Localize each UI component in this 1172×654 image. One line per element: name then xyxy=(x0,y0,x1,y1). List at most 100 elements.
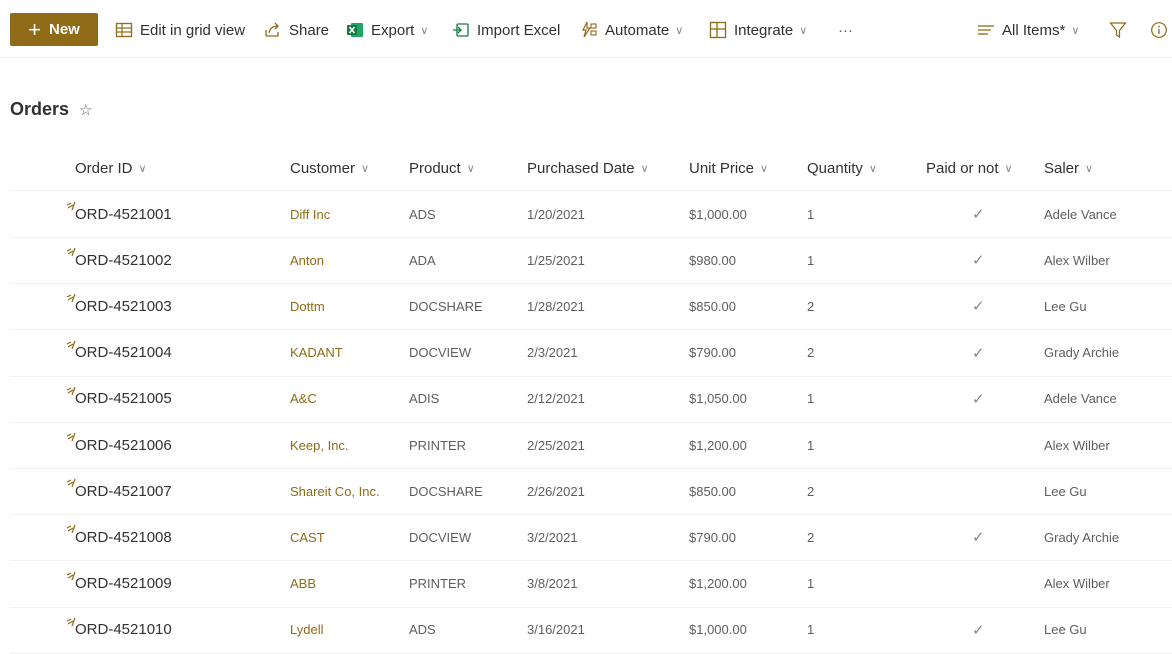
order-id-cell[interactable]: ORD-4521009 xyxy=(75,561,172,607)
saler-cell: Alex Wilber xyxy=(1044,252,1110,268)
column-header-customer[interactable]: Customer ∨ xyxy=(290,157,369,179)
export-button[interactable]: Export ∨ xyxy=(346,18,428,42)
import-excel-label: Import Excel xyxy=(477,21,561,39)
table-row[interactable]: ORD-4521010 Lydell ADS 3/16/2021 $1,000.… xyxy=(10,607,1172,654)
saler-cell: Grady Archie xyxy=(1044,529,1120,545)
purchased-date-cell: 1/25/2021 xyxy=(527,252,585,268)
product-cell: ADS xyxy=(409,206,436,222)
import-icon xyxy=(453,23,469,37)
unit-price-cell: $1,200.00 xyxy=(689,576,747,592)
column-header-paid-or-not[interactable]: Paid or not ∨ xyxy=(926,157,1013,179)
info-button[interactable] xyxy=(1150,18,1168,42)
more-icon: ··· xyxy=(838,21,853,39)
purchased-date-cell: 3/16/2021 xyxy=(527,622,585,638)
paid-checkmark-icon: ✓ xyxy=(972,390,985,408)
purchased-date-cell: 1/20/2021 xyxy=(527,206,585,222)
purchased-date-cell: 2/25/2021 xyxy=(527,437,585,453)
column-header-purchased-date[interactable]: Purchased Date ∨ xyxy=(527,157,649,179)
column-header-quantity[interactable]: Quantity ∨ xyxy=(807,157,877,179)
table-row[interactable]: ORD-4521003 Dottm DOCSHARE 1/28/2021 $85… xyxy=(10,283,1172,331)
customer-cell[interactable]: Dottm xyxy=(290,283,325,329)
view-label: All Items* xyxy=(1002,21,1066,39)
paid-checkmark-icon: ✓ xyxy=(972,621,985,639)
paid-checkmark-icon: ✓ xyxy=(972,252,985,270)
view-list-icon xyxy=(978,25,994,35)
table-row[interactable]: ORD-4521008 CAST DOCVIEW 3/2/2021 $790.0… xyxy=(10,514,1172,562)
table-row[interactable]: ORD-4521001 Diff Inc ADS 1/20/2021 $1,00… xyxy=(10,191,1172,238)
filter-button[interactable] xyxy=(1109,18,1127,42)
unit-price-cell: $850.00 xyxy=(689,483,736,499)
new-button[interactable]: + New xyxy=(10,13,98,46)
chevron-down-icon: ∨ xyxy=(1004,162,1013,175)
chevron-down-icon: ∨ xyxy=(138,162,147,175)
customer-cell[interactable]: Anton xyxy=(290,237,324,283)
customer-cell[interactable]: A&C xyxy=(290,376,317,422)
import-excel-button[interactable]: Import Excel xyxy=(452,18,560,42)
quantity-cell: 1 xyxy=(807,576,815,592)
command-bar-divider xyxy=(0,57,1172,58)
table-row[interactable]: ORD-4521009 ABB PRINTER 3/8/2021 $1,200.… xyxy=(10,561,1172,608)
share-icon xyxy=(265,22,279,37)
table-row[interactable]: ORD-4521002 Anton ADA 1/25/2021 $980.00 … xyxy=(10,237,1172,285)
customer-cell[interactable]: CAST xyxy=(290,514,325,560)
new-button-label: New xyxy=(49,21,80,38)
column-header-label: Order ID xyxy=(75,159,133,177)
table-row[interactable]: ORD-4521005 A&C ADIS 2/12/2021 $1,050.00… xyxy=(10,376,1172,423)
column-header-order-id[interactable]: Order ID ∨ xyxy=(75,157,147,179)
saler-cell: Alex Wilber xyxy=(1044,437,1110,453)
customer-cell[interactable]: Keep, Inc. xyxy=(290,422,349,468)
order-id-cell[interactable]: ORD-4521010 xyxy=(75,607,172,653)
customer-cell[interactable]: ABB xyxy=(290,561,316,607)
column-header-unit-price[interactable]: Unit Price ∨ xyxy=(689,157,768,179)
column-header-saler[interactable]: Saler ∨ xyxy=(1044,157,1093,179)
quantity-cell: 1 xyxy=(807,437,815,453)
quantity-cell: 2 xyxy=(807,345,815,361)
customer-cell[interactable]: Lydell xyxy=(290,607,323,653)
automate-button[interactable]: Automate ∨ xyxy=(580,18,683,42)
share-button[interactable]: Share xyxy=(264,18,329,42)
product-cell: DOCSHARE xyxy=(409,298,483,314)
order-id-cell[interactable]: ORD-4521007 xyxy=(75,468,172,514)
export-label: Export xyxy=(371,21,415,39)
table-row[interactable]: ORD-4521007 Shareit Co, Inc. DOCSHARE 2/… xyxy=(10,468,1172,516)
purchased-date-cell: 3/8/2021 xyxy=(527,576,578,592)
purchased-date-cell: 2/12/2021 xyxy=(527,391,585,407)
customer-cell[interactable]: KADANT xyxy=(290,330,343,376)
column-header-label: Purchased Date xyxy=(527,159,635,177)
order-id-cell[interactable]: ORD-4521004 xyxy=(75,330,172,376)
purchased-date-cell: 2/26/2021 xyxy=(527,483,585,499)
order-id-cell[interactable]: ORD-4521003 xyxy=(75,283,172,329)
column-header-product[interactable]: Product ∨ xyxy=(409,157,475,179)
unit-price-cell: $1,000.00 xyxy=(689,622,747,638)
customer-cell[interactable]: Diff Inc xyxy=(290,191,330,237)
favorite-star-icon[interactable]: ☆ xyxy=(79,101,92,119)
order-id-cell[interactable]: ORD-4521008 xyxy=(75,514,172,560)
integrate-button[interactable]: Integrate ∨ xyxy=(709,18,807,42)
order-id-cell[interactable]: ORD-4521005 xyxy=(75,376,172,422)
integrate-label: Integrate xyxy=(734,21,794,39)
paid-checkmark-icon: ✓ xyxy=(972,206,985,223)
unit-price-cell: $1,000.00 xyxy=(689,206,747,222)
edit-in-grid-view-button[interactable]: Edit in grid view xyxy=(115,18,245,42)
chevron-down-icon: ∨ xyxy=(1085,162,1094,175)
table-row[interactable]: ORD-4521006 Keep, Inc. PRINTER 2/25/2021… xyxy=(10,422,1172,469)
page-title: Orders xyxy=(10,99,70,119)
more-options-button[interactable]: ··· xyxy=(838,18,853,42)
chevron-down-icon: ∨ xyxy=(466,162,475,175)
table-row[interactable]: ORD-4521004 KADANT DOCVIEW 2/3/2021 $790… xyxy=(10,330,1172,377)
integrate-icon xyxy=(709,21,727,39)
customer-cell[interactable]: Shareit Co, Inc. xyxy=(290,468,380,514)
column-header-label: Quantity xyxy=(807,159,863,177)
column-header-label: Unit Price xyxy=(689,159,755,177)
view-selector[interactable]: All Items* ∨ xyxy=(977,18,1079,42)
order-id-cell[interactable]: ORD-4521002 xyxy=(75,237,172,283)
order-id-cell[interactable]: ORD-4521001 xyxy=(75,191,172,237)
column-header-label: Customer xyxy=(290,159,356,177)
order-id-cell[interactable]: ORD-4521006 xyxy=(75,422,172,468)
product-cell: ADS xyxy=(409,622,436,638)
paid-checkmark-icon: ✓ xyxy=(972,529,985,547)
chevron-down-icon: ∨ xyxy=(361,162,370,175)
list-header: Orders ☆ xyxy=(10,99,92,120)
unit-price-cell: $1,200.00 xyxy=(689,437,747,453)
quantity-cell: 1 xyxy=(807,622,815,638)
